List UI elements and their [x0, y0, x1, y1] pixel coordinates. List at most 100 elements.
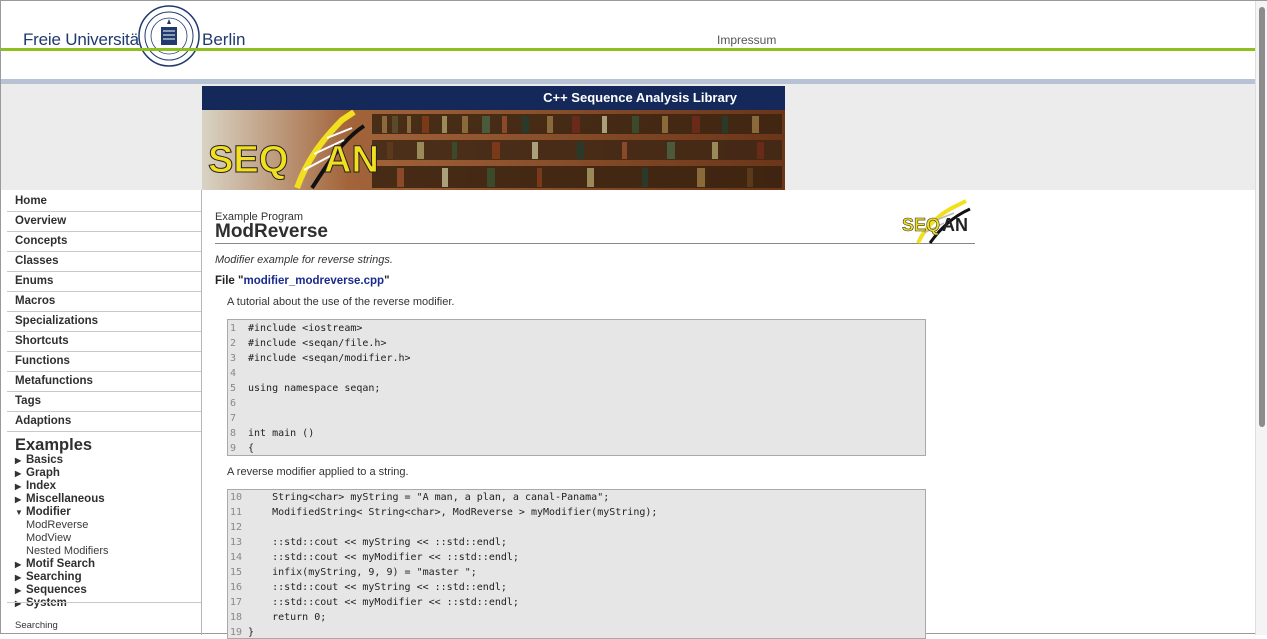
code-line: 5 using namespace seqan;: [228, 381, 925, 396]
svg-text:AN: AN: [324, 139, 379, 181]
sidebar-item-metafunctions[interactable]: Metafunctions: [7, 373, 201, 392]
triangle-down-icon[interactable]: ▼: [15, 506, 26, 519]
triangle-right-icon[interactable]: ▶: [15, 454, 26, 467]
line-number: 6: [230, 398, 237, 409]
example-item-graph[interactable]: ▶ Graph: [7, 467, 201, 480]
example-item-label: Miscellaneous: [26, 493, 105, 505]
university-name-right[interactable]: Berlin: [202, 30, 245, 50]
example-item-label: Basics: [26, 454, 64, 466]
example-item-basics[interactable]: ▶ Basics: [7, 454, 201, 467]
code-line: 19}: [228, 625, 925, 638]
sidebar-item-enums[interactable]: Enums: [7, 273, 201, 292]
code-text: return 0;: [248, 612, 327, 623]
line-number: 12: [230, 522, 243, 533]
code-line: 9{: [228, 441, 925, 455]
line-number: 7: [230, 413, 237, 424]
example-item-motif-search[interactable]: ▶ Motif Search: [7, 558, 201, 571]
code-block-1: 1 #include <iostream> 2 #include <seqan/fil…: [227, 319, 926, 456]
example-item-label: Searching: [26, 571, 82, 583]
file-suffix: ": [384, 275, 390, 287]
example-item-label: Sequences: [26, 584, 87, 596]
svg-text:AN: AN: [942, 215, 968, 235]
example-item-sequences[interactable]: ▶ Sequences: [7, 584, 201, 597]
code-line: 15 infix(myString, 9, 9) = "master ";: [228, 565, 925, 580]
code-block-2: 10 String<char> myString = "A man, a pla…: [227, 489, 926, 639]
modifier-description: A reverse modifier applied to a string.: [227, 466, 409, 478]
example-item-searching[interactable]: ▶ Searching: [7, 571, 201, 584]
sidebar-item-functions[interactable]: Functions: [7, 353, 201, 372]
code-line: 10 String<char> myString = "A man, a pla…: [228, 490, 925, 505]
code-text: String<char> myString = "A man, a plan, …: [248, 492, 610, 503]
scrollbar-thumb[interactable]: [1259, 7, 1265, 427]
code-text: #include <iostream>: [248, 323, 363, 334]
sidebar-footer-label: Searching: [15, 620, 58, 631]
header-green-divider: [1, 48, 1255, 51]
example-subitem-modreverse[interactable]: ModReverse: [7, 519, 201, 532]
code-text: ::std::cout << myModifier << ::std::endl…: [248, 597, 519, 608]
line-number: 16: [230, 582, 243, 593]
file-line: File "modifier_modreverse.cpp": [215, 275, 390, 287]
line-number: 2: [230, 338, 237, 349]
line-number: 1: [230, 323, 237, 334]
line-number: 3: [230, 353, 237, 364]
line-number: 14: [230, 552, 243, 563]
code-text: {: [248, 443, 255, 454]
example-item-label: Graph: [26, 467, 60, 479]
example-item-system[interactable]: ▶ System: [7, 597, 201, 610]
code-line: 3 #include <seqan/modifier.h>: [228, 351, 925, 366]
content-left-border: [201, 190, 202, 635]
program-summary: Modifier example for reverse strings.: [215, 254, 393, 266]
sidebar-item-home[interactable]: Home: [7, 193, 201, 212]
triangle-right-icon[interactable]: ▶: [15, 480, 26, 493]
line-number: 5: [230, 383, 237, 394]
triangle-right-icon[interactable]: ▶: [15, 597, 26, 610]
sidebar-item-concepts[interactable]: Concepts: [7, 233, 201, 252]
page-scrollbar[interactable]: [1255, 1, 1267, 635]
banner-title: C++ Sequence Analysis Library: [202, 86, 785, 110]
seqan-logo-icon: SEQ AN: [902, 199, 971, 244]
code-text: ::std::cout << myString << ::std::endl;: [248, 582, 507, 593]
university-name-left[interactable]: Freie Universität: [23, 30, 144, 50]
example-subitem-nested-modifiers[interactable]: Nested Modifiers: [7, 545, 201, 558]
triangle-right-icon[interactable]: ▶: [15, 571, 26, 584]
sidebar-item-specializations[interactable]: Specializations: [7, 313, 201, 332]
sidebar-item-tags[interactable]: Tags: [7, 393, 201, 412]
code-line: 4: [228, 366, 925, 381]
examples-heading[interactable]: Examples: [7, 436, 201, 454]
example-item-miscellaneous[interactable]: ▶ Miscellaneous: [7, 493, 201, 506]
sidebar-item-overview[interactable]: Overview: [7, 213, 201, 232]
svg-text:SEQ: SEQ: [208, 139, 288, 181]
example-item-modifier[interactable]: ▼ Modifier: [7, 506, 201, 519]
example-item-index[interactable]: ▶ Index: [7, 480, 201, 493]
line-number: 8: [230, 428, 237, 439]
code-line: 7: [228, 411, 925, 426]
tutorial-description: A tutorial about the use of the reverse …: [227, 296, 455, 308]
line-number: 18: [230, 612, 243, 623]
code-text: ::std::cout << myString << ::std::endl;: [248, 537, 507, 548]
code-text: using namespace seqan;: [248, 383, 381, 394]
line-number: 9: [230, 443, 237, 454]
code-line: 1 #include <iostream>: [228, 321, 925, 336]
code-line: 6: [228, 396, 925, 411]
sidebar-nav: Home Overview Concepts Classes Enums Macros Sp…: [7, 193, 201, 432]
triangle-right-icon[interactable]: ▶: [15, 558, 26, 571]
line-number: 15: [230, 567, 243, 578]
triangle-right-icon[interactable]: ▶: [15, 584, 26, 597]
file-link[interactable]: modifier_modreverse.cpp: [243, 275, 384, 287]
triangle-right-icon[interactable]: ▶: [15, 493, 26, 506]
code-text: ModifiedString< String<char>, ModReverse…: [248, 507, 658, 518]
sidebar-item-adaptions[interactable]: Adaptions: [7, 413, 201, 432]
seqan-banner: C++ Sequence Analysis Library SEQ AN: [202, 86, 785, 190]
code-line: 17 ::std::cout << myModifier << ::std::e…: [228, 595, 925, 610]
sidebar-item-classes[interactable]: Classes: [7, 253, 201, 272]
sidebar-item-shortcuts[interactable]: Shortcuts: [7, 333, 201, 352]
example-subitem-modview[interactable]: ModView: [7, 532, 201, 545]
university-seal-icon[interactable]: [138, 5, 200, 67]
sidebar-item-macros[interactable]: Macros: [7, 293, 201, 312]
code-line: 16 ::std::cout << myString << ::std::end…: [228, 580, 925, 595]
example-item-label: System: [26, 597, 67, 609]
code-text: }: [248, 627, 255, 638]
impressum-link[interactable]: Impressum: [717, 33, 776, 47]
code-text: ::std::cout << myModifier << ::std::endl…: [248, 552, 519, 563]
triangle-right-icon[interactable]: ▶: [15, 467, 26, 480]
